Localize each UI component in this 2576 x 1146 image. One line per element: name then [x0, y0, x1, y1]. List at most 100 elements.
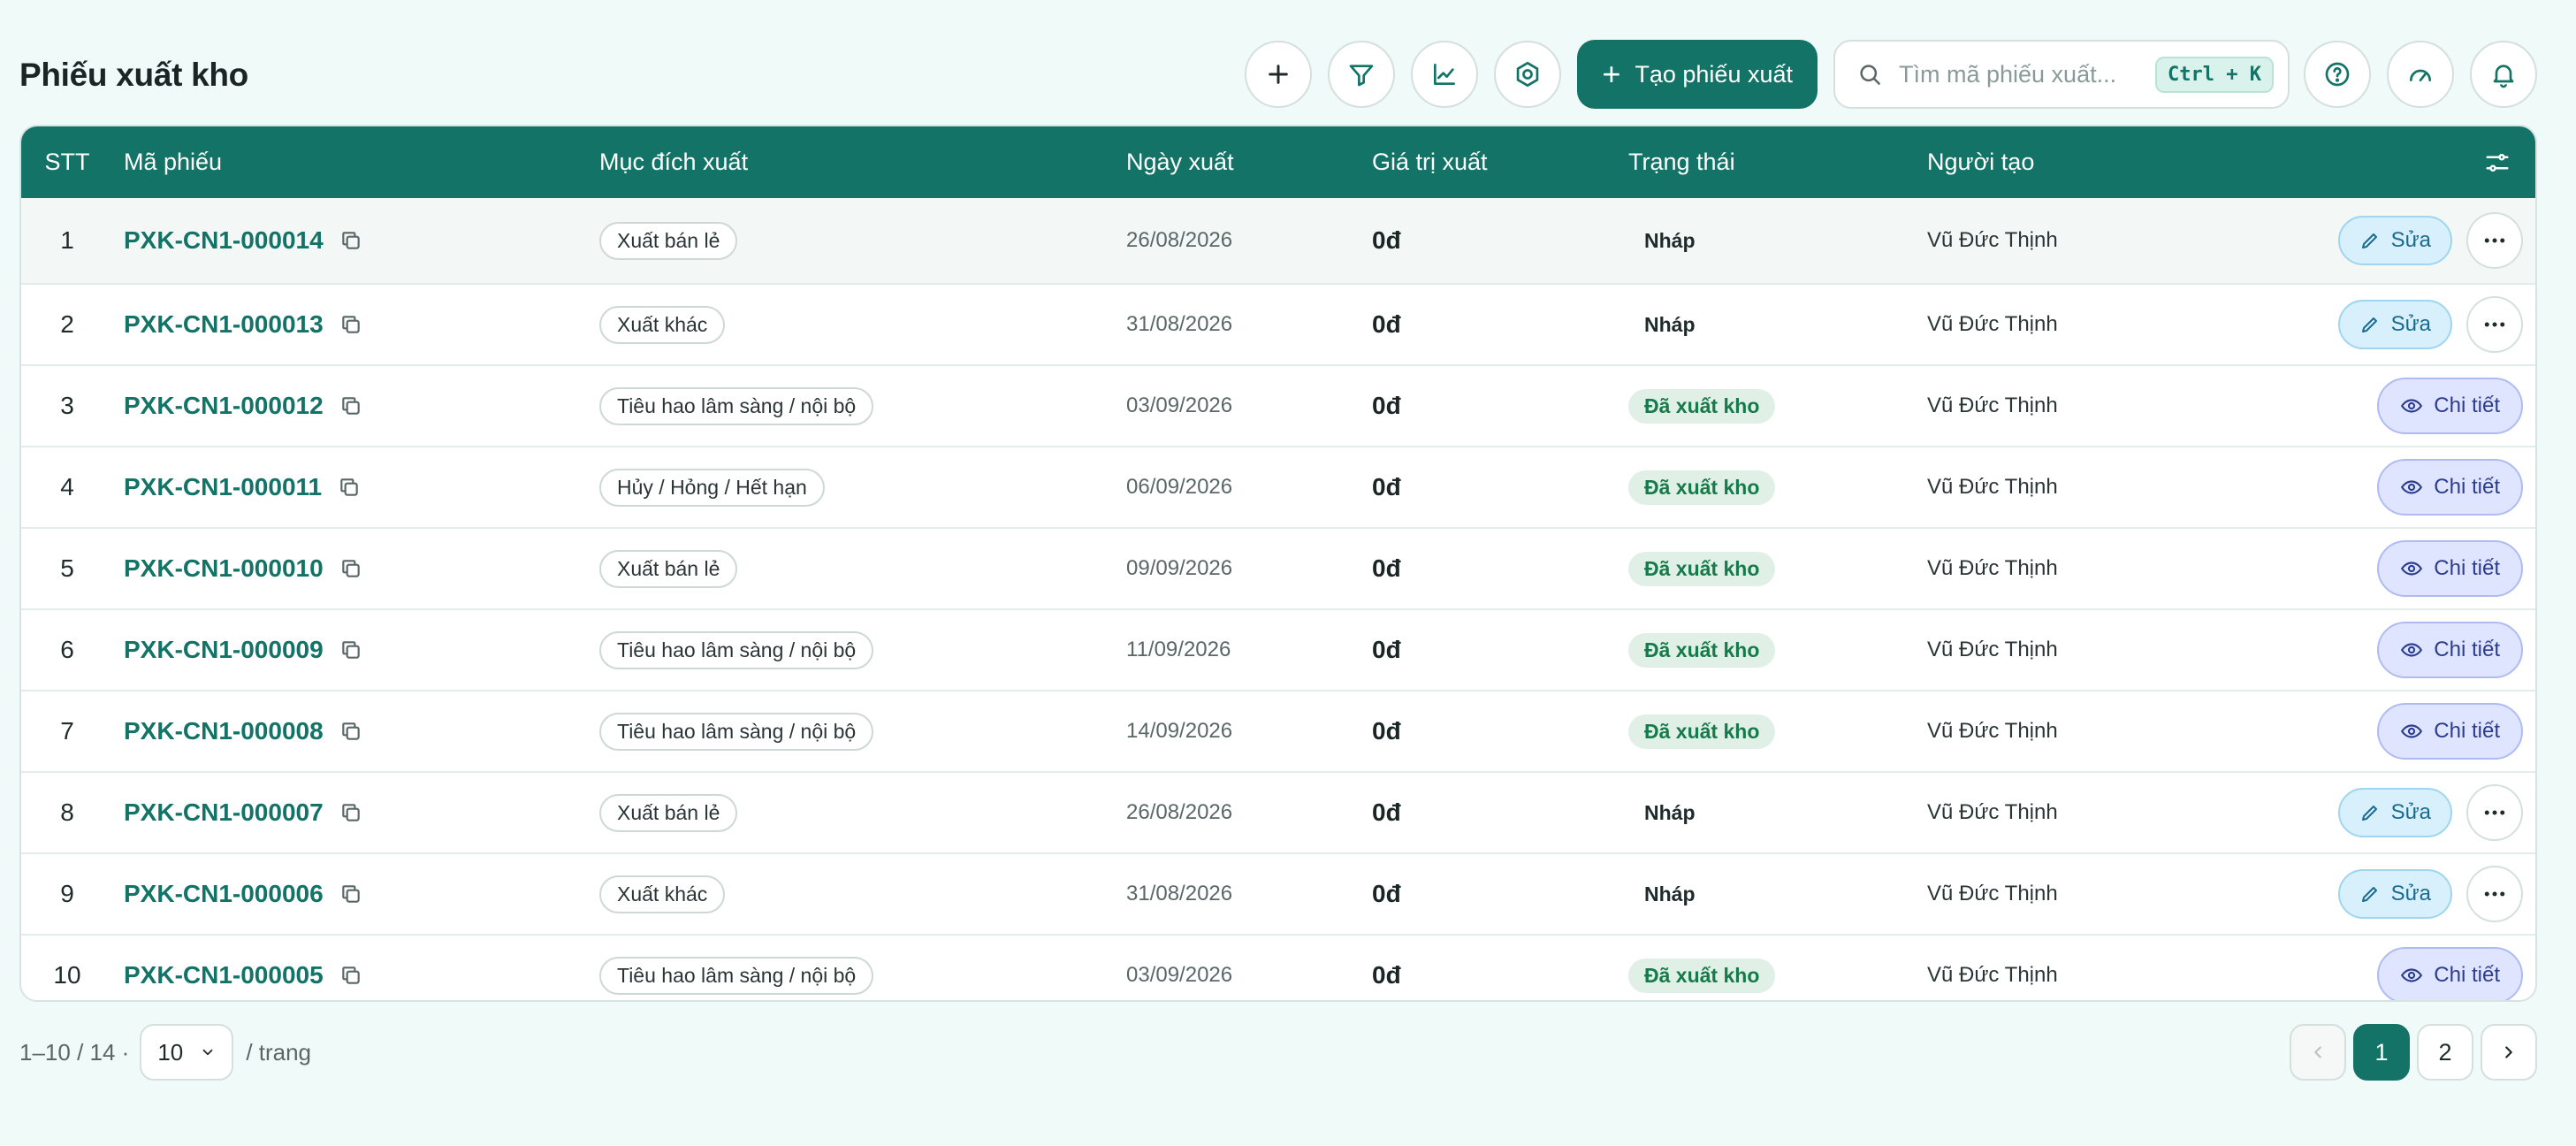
table-row[interactable]: 1 PXK-CN1-000014 Xuất bán lẻ 26/08/2026 0đ Nh… [21, 198, 2535, 283]
next-page-button[interactable] [2481, 1024, 2537, 1081]
value-cell: 0đ [1372, 529, 1401, 608]
edit-button[interactable]: Sửa [2337, 788, 2452, 837]
copy-icon[interactable] [339, 229, 362, 252]
table-row[interactable]: 9 PXK-CN1-000006 Xuất khác 31/08/2026 0đ Nháp… [21, 852, 2535, 934]
voucher-code-link[interactable]: PXK-CN1-000014 [124, 226, 324, 255]
status-badge: Đã xuất kho [1628, 632, 1776, 668]
value-cell: 0đ [1372, 447, 1401, 527]
detail-label: Chi tiết [2434, 556, 2500, 580]
page-button-1[interactable]: 1 [2353, 1024, 2410, 1081]
row-number: 7 [60, 717, 74, 745]
column-header-creator[interactable]: Người tạo [1927, 126, 2034, 198]
prev-page-button[interactable] [2290, 1024, 2346, 1081]
export-table: STT Mã phiếu Mục đích xuất Ngày xuất Giá… [19, 125, 2537, 1002]
status-badge: Nháp [1644, 228, 1696, 252]
purpose-cell: Xuất bán lẻ [599, 529, 738, 608]
add-button[interactable] [1245, 41, 1313, 108]
more-actions-button[interactable] [2466, 784, 2523, 841]
voucher-code-link[interactable]: PXK-CN1-000008 [124, 717, 324, 745]
row-number: 4 [60, 473, 74, 500]
table-row[interactable]: 7 PXK-CN1-000008 Tiêu hao lâm sàng / nội b… [21, 690, 2535, 771]
page-title: Phiếu xuất kho [19, 57, 248, 93]
copy-icon[interactable] [338, 476, 361, 499]
detail-button[interactable]: Chi tiết [2377, 540, 2523, 597]
help-button[interactable] [2304, 41, 2371, 108]
chart-button[interactable] [1411, 41, 1479, 108]
voucher-code-link[interactable]: PXK-CN1-000007 [124, 798, 324, 827]
notifications-button[interactable] [2470, 41, 2537, 108]
voucher-code-link[interactable]: PXK-CN1-000011 [124, 473, 322, 501]
more-actions-button[interactable] [2466, 866, 2523, 922]
table-row[interactable]: 4 PXK-CN1-000011 Hủy / Hỏng / Hết hạn 06/09… [21, 446, 2535, 527]
page-button-2[interactable]: 2 [2417, 1024, 2473, 1081]
voucher-code-link[interactable]: PXK-CN1-000009 [124, 636, 324, 664]
gauge-icon [2410, 69, 2431, 81]
column-header-purpose[interactable]: Mục đích xuất [599, 126, 748, 198]
table-row[interactable]: 6 PXK-CN1-000009 Tiêu hao lâm sàng / nội b… [21, 608, 2535, 690]
voucher-code-link[interactable]: PXK-CN1-000010 [124, 554, 324, 583]
eye-icon [2401, 968, 2423, 982]
copy-icon[interactable] [339, 557, 362, 580]
search-input[interactable] [1897, 59, 2156, 89]
edit-button[interactable]: Sửa [2337, 216, 2452, 265]
status-cell: Đã xuất kho [1628, 447, 1776, 527]
value-cell: 0đ [1372, 285, 1401, 364]
copy-icon[interactable] [339, 394, 362, 417]
export-date: 14/09/2026 [1126, 719, 1233, 743]
date-cell: 06/09/2026 [1126, 447, 1232, 527]
voucher-code-link[interactable]: PXK-CN1-000013 [124, 310, 324, 339]
row-actions: Chi tiết [2377, 610, 2523, 690]
date-cell: 03/09/2026 [1126, 366, 1232, 446]
table-body: 1 PXK-CN1-000014 Xuất bán lẻ 26/08/2026 0đ Nh… [21, 198, 2535, 1000]
edit-label: Sửa [2390, 312, 2431, 336]
purpose-cell: Xuất khác [599, 854, 726, 934]
table-row[interactable]: 2 PXK-CN1-000013 Xuất khác 31/08/2026 0đ Nháp… [21, 283, 2535, 364]
more-icon [2484, 810, 2505, 815]
purpose-cell: Xuất bán lẻ [599, 198, 738, 283]
table-row[interactable]: 3 PXK-CN1-000012 Tiêu hao lâm sàng / nội b… [21, 364, 2535, 446]
page-size-select[interactable]: 10 [140, 1024, 234, 1081]
copy-icon[interactable] [339, 638, 362, 661]
bell-icon [2493, 65, 2514, 88]
status-cell: Đã xuất kho [1628, 610, 1776, 690]
status-cell: Nháp [1628, 773, 1711, 852]
filter-button[interactable] [1328, 41, 1396, 108]
purpose-cell: Tiêu hao lâm sàng / nội bộ [599, 610, 874, 690]
more-actions-button[interactable] [2466, 212, 2523, 269]
settings-button[interactable] [1494, 41, 1562, 108]
column-header-value[interactable]: Giá trị xuất [1372, 126, 1488, 198]
search-box[interactable]: Ctrl + K [1833, 40, 2290, 109]
copy-icon[interactable] [339, 964, 362, 987]
creator-cell: Vũ Đức Thịnh [1927, 529, 2058, 608]
column-header-status[interactable]: Trạng thái [1628, 126, 1735, 198]
column-header-date[interactable]: Ngày xuất [1126, 126, 1234, 198]
table-row[interactable]: 5 PXK-CN1-000010 Xuất bán lẻ 09/09/2026 0đ Đã… [21, 527, 2535, 608]
voucher-code-link[interactable]: PXK-CN1-000006 [124, 880, 324, 908]
dashboard-button[interactable] [2387, 41, 2454, 108]
copy-icon[interactable] [339, 720, 362, 743]
table-row[interactable]: 8 PXK-CN1-000007 Xuất bán lẻ 26/08/2026 0đ Nh… [21, 771, 2535, 852]
column-header-stt[interactable]: STT [21, 126, 113, 198]
detail-button[interactable]: Chi tiết [2377, 378, 2523, 434]
edit-button[interactable]: Sửa [2337, 869, 2452, 919]
table-header: STT Mã phiếu Mục đích xuất Ngày xuất Giá… [21, 126, 2535, 198]
export-value: 0đ [1372, 226, 1401, 254]
detail-button[interactable]: Chi tiết [2377, 947, 2523, 1000]
copy-icon[interactable] [339, 313, 362, 336]
detail-button[interactable]: Chi tiết [2377, 703, 2523, 760]
copy-icon[interactable] [339, 882, 362, 905]
table-row[interactable]: 10 PXK-CN1-000005 Tiêu hao lâm sàng / nội … [21, 934, 2535, 1000]
chart-icon [1434, 64, 1456, 85]
column-settings-button[interactable] [2484, 126, 2511, 198]
column-header-code[interactable]: Mã phiếu [124, 126, 222, 198]
edit-button[interactable]: Sửa [2337, 300, 2452, 349]
date-cell: 31/08/2026 [1126, 285, 1232, 364]
copy-icon[interactable] [339, 801, 362, 824]
detail-button[interactable]: Chi tiết [2377, 622, 2523, 678]
more-actions-button[interactable] [2466, 296, 2523, 353]
create-export-button[interactable]: + Tạo phiếu xuất [1577, 40, 1818, 109]
status-badge: Nháp [1644, 882, 1696, 905]
voucher-code-link[interactable]: PXK-CN1-000012 [124, 392, 324, 420]
voucher-code-link[interactable]: PXK-CN1-000005 [124, 961, 324, 989]
detail-button[interactable]: Chi tiết [2377, 459, 2523, 516]
